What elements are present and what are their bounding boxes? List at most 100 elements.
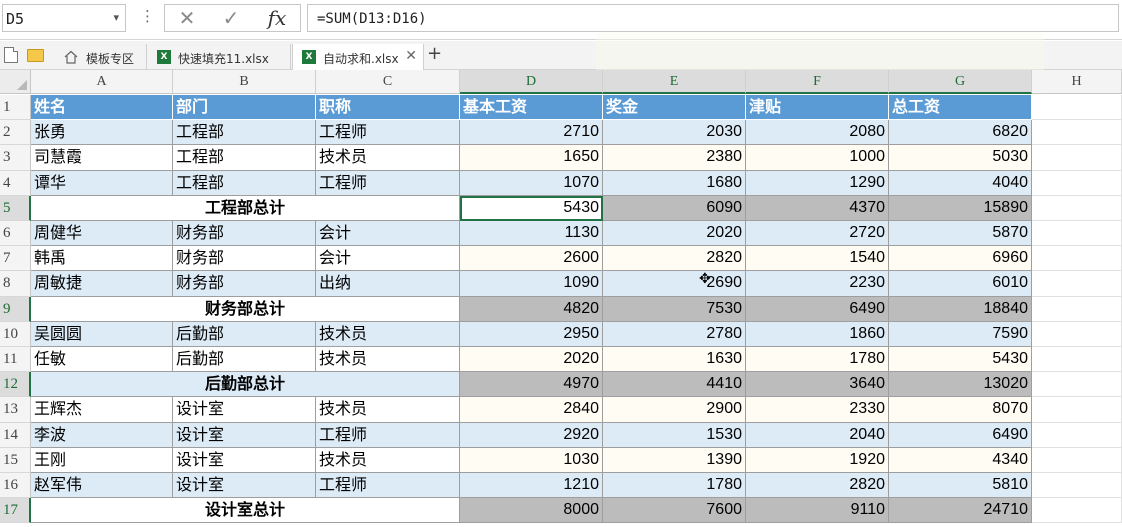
number-cell[interactable]: 1090 [460,271,603,297]
column-header-h[interactable]: H [1032,70,1122,94]
subtotal-cell[interactable]: 4970 [460,372,603,398]
empty-cell[interactable] [1032,271,1122,297]
empty-cell[interactable] [1032,170,1122,196]
empty-cell[interactable] [1032,195,1122,221]
new-tab-button[interactable]: + [427,44,442,64]
subtotal-cell[interactable]: 4410 [603,372,746,398]
number-cell[interactable]: 2080 [746,120,889,146]
subtotal-cell[interactable]: 18840 [889,296,1032,322]
new-document-icon[interactable] [4,47,18,63]
number-cell[interactable]: 1390 [603,447,746,473]
number-cell[interactable]: 2900 [603,397,746,423]
department-cell[interactable]: 财务部 [173,246,316,272]
name-cell[interactable]: 王刚 [31,447,173,473]
empty-cell[interactable] [1032,95,1122,121]
table-header-cell[interactable]: 总工资 [889,95,1032,121]
subtotal-label[interactable]: 工程部总计 [31,195,460,221]
subtotal-cell[interactable]: 7600 [603,498,746,524]
row-header-15[interactable]: 15 [0,447,31,473]
number-cell[interactable]: 2040 [746,422,889,448]
active-cell[interactable]: 5430 [460,195,603,221]
number-cell[interactable]: 1540 [746,246,889,272]
subtotal-cell[interactable]: 4370 [746,195,889,221]
number-cell[interactable]: 6490 [889,422,1032,448]
empty-cell[interactable] [1032,372,1122,398]
number-cell[interactable]: 1530 [603,422,746,448]
department-cell[interactable]: 工程部 [173,145,316,171]
row-header-11[interactable]: 11 [0,347,31,373]
empty-cell[interactable] [1032,422,1122,448]
subtotal-cell[interactable]: 13020 [889,372,1032,398]
subtotal-cell[interactable]: 3640 [746,372,889,398]
table-header-cell[interactable]: 津贴 [746,95,889,121]
department-cell[interactable]: 工程部 [173,120,316,146]
number-cell[interactable]: 2780 [603,321,746,347]
number-cell[interactable]: 2600 [460,246,603,272]
title-cell[interactable]: 会计 [316,221,460,247]
number-cell[interactable]: 6960 [889,246,1032,272]
department-cell[interactable]: 后勤部 [173,321,316,347]
number-cell[interactable]: 1630 [603,347,746,373]
table-header-cell[interactable]: 奖金 [603,95,746,121]
subtotal-cell[interactable]: 6490 [746,296,889,322]
number-cell[interactable]: 4340 [889,447,1032,473]
close-icon[interactable]: ✕ [405,48,417,64]
number-cell[interactable]: 2820 [746,473,889,499]
row-header-9[interactable]: 9 [0,296,31,322]
title-cell[interactable]: 技术员 [316,347,460,373]
empty-cell[interactable] [1032,120,1122,146]
tab-quick-fill[interactable]: X 快速填充11.xlsx [148,44,291,70]
number-cell[interactable]: 2950 [460,321,603,347]
number-cell[interactable]: 8070 [889,397,1032,423]
empty-cell[interactable] [1032,296,1122,322]
select-all-corner[interactable] [0,70,31,94]
column-header-e[interactable]: E [603,70,746,94]
number-cell[interactable]: 2710 [460,120,603,146]
row-header-2[interactable]: 2 [0,120,31,146]
subtotal-cell[interactable]: 7530 [603,296,746,322]
row-header-14[interactable]: 14 [0,422,31,448]
department-cell[interactable]: 财务部 [173,221,316,247]
row-header-6[interactable]: 6 [0,221,31,247]
name-cell[interactable]: 司慧霞 [31,145,173,171]
department-cell[interactable]: 财务部 [173,271,316,297]
title-cell[interactable]: 工程师 [316,120,460,146]
subtotal-cell[interactable]: 6090 [603,195,746,221]
title-cell[interactable]: 工程师 [316,422,460,448]
row-header-7[interactable]: 7 [0,246,31,272]
number-cell[interactable]: 1290 [746,170,889,196]
title-cell[interactable]: 技术员 [316,397,460,423]
number-cell[interactable]: 1780 [603,473,746,499]
column-header-c[interactable]: C [316,70,460,94]
name-cell[interactable]: 吴圆圆 [31,321,173,347]
row-header-12[interactable]: 12 [0,372,31,398]
column-header-g[interactable]: G [889,70,1032,94]
title-cell[interactable]: 技术员 [316,447,460,473]
department-cell[interactable]: 设计室 [173,473,316,499]
number-cell[interactable]: 4040 [889,170,1032,196]
folder-icon[interactable] [27,49,44,62]
number-cell[interactable]: 5030 [889,145,1032,171]
column-header-b[interactable]: B [173,70,316,94]
subtotal-cell[interactable]: 15890 [889,195,1032,221]
row-header-17[interactable]: 17 [0,498,31,524]
department-cell[interactable]: 设计室 [173,447,316,473]
title-cell[interactable]: 会计 [316,246,460,272]
table-header-cell[interactable]: 部门 [173,95,316,121]
table-header-cell[interactable]: 职称 [316,95,460,121]
insert-function-icon[interactable]: fx [257,5,297,31]
empty-cell[interactable] [1032,498,1122,524]
column-header-f[interactable]: F [746,70,889,94]
row-header-4[interactable]: 4 [0,170,31,196]
subtotal-cell[interactable]: 4820 [460,296,603,322]
name-cell[interactable]: 王辉杰 [31,397,173,423]
number-cell[interactable]: 1030 [460,447,603,473]
number-cell[interactable]: 2020 [460,347,603,373]
cancel-icon[interactable]: ✕ [167,5,207,31]
number-cell[interactable]: 1780 [746,347,889,373]
name-box[interactable]: D5 ▾ [2,4,126,32]
name-cell[interactable]: 赵军伟 [31,473,173,499]
title-cell[interactable]: 出纳 [316,271,460,297]
row-header-16[interactable]: 16 [0,473,31,499]
department-cell[interactable]: 后勤部 [173,347,316,373]
